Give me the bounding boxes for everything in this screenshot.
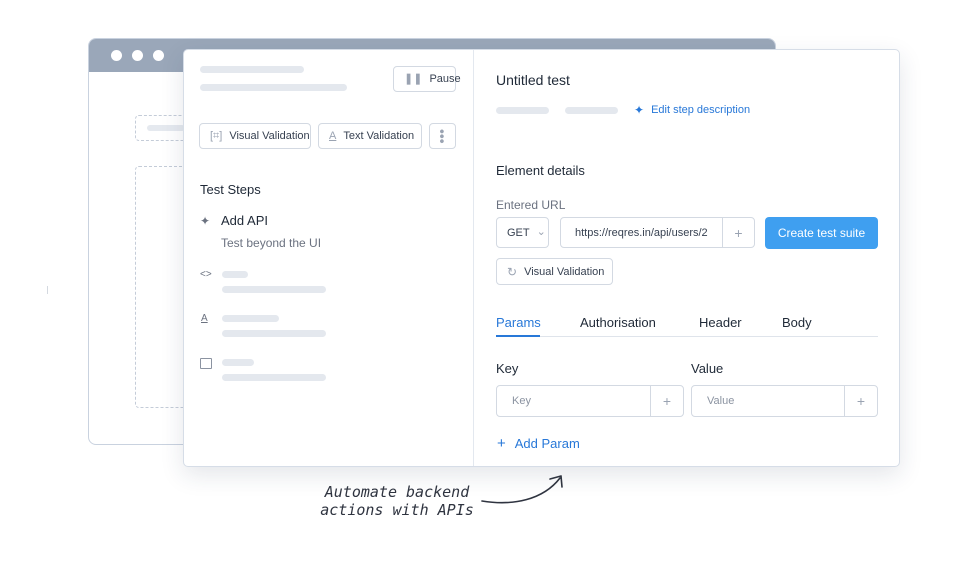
annotation-line: Automate backend [324,483,470,501]
pause-icon: ❚❚ [404,72,423,85]
pause-button[interactable]: ❚❚ Pause [393,66,461,92]
method-value: GET [507,226,530,239]
entered-url-label: Entered URL [496,198,566,212]
window-dot [111,50,122,61]
refresh-icon: ↻ [507,264,518,279]
step-title: Add API [221,213,268,228]
key-placeholder: Key [512,395,531,407]
divider [47,286,48,294]
create-test-suite-button[interactable]: Create test suite [765,217,878,249]
key-input[interactable]: Key + [496,385,684,417]
text-icon: A [201,313,208,324]
add-param-button[interactable]: + Add Param [497,435,580,452]
browser-icon [200,358,212,369]
window-dot [132,50,143,61]
active-tab-indicator [496,335,540,337]
placeholder-bar [200,84,347,91]
placeholder-bar [222,359,254,366]
edit-description-label: Edit step description [651,104,751,116]
visual-validation-button[interactable]: [⌗] Visual Validation [199,123,311,149]
tab-header[interactable]: Header [699,315,742,330]
more-options-button[interactable]: ••• [429,123,456,149]
annotation-text: Automate backend actions with APIs [312,483,482,519]
sparkle-icon: ✦ [200,214,211,228]
window-dot [153,50,164,61]
text-validation-label: Text Validation [343,130,415,142]
frame-icon: [⌗] [210,129,223,142]
pause-label: Pause [429,73,461,85]
test-steps-pane: ❚❚ Pause [⌗] Visual Validation A Text Va… [184,50,474,466]
placeholder-bar [222,315,279,322]
tabs-divider [496,336,878,337]
test-title: Untitled test [496,72,570,88]
value-placeholder: Value [707,395,735,407]
placeholder-bar [222,271,248,278]
visual-validation-button[interactable]: ↻ Visual Validation [496,258,613,285]
url-input[interactable]: https://reqres.in/api/users/2 + [560,217,755,248]
method-select[interactable]: GET ⌄ [496,217,549,248]
visual-validation-label: Visual Validation [524,265,605,278]
annotation-line: actions with APIs [320,501,474,519]
text-icon: A [329,129,337,142]
placeholder-bar [147,125,185,131]
tab-params[interactable]: Params [496,315,541,330]
key-label: Key [496,361,519,376]
sparkle-icon: ✦ [634,103,645,117]
placeholder-bar [222,330,326,337]
step-details-pane: Untitled test ✦ Edit step description El… [474,50,899,466]
chevron-down-icon: ⌄ [536,226,546,238]
add-icon[interactable]: + [650,386,683,416]
placeholder-bar [565,107,618,114]
plus-icon: + [497,435,506,452]
code-icon: <> [200,269,212,280]
value-label: Value [691,361,724,376]
placeholder-bar [222,286,326,293]
annotation-arrow [481,475,563,504]
placeholder-bar [222,374,326,381]
visual-validation-label: Visual Validation [229,130,310,142]
test-steps-title: Test Steps [200,182,261,197]
element-details-title: Element details [496,163,585,178]
add-icon[interactable]: + [722,218,754,247]
url-value: https://reqres.in/api/users/2 [575,226,708,239]
placeholder-box [135,166,187,408]
step-subtitle: Test beyond the UI [221,236,322,250]
placeholder-bar [200,66,304,73]
edit-step-description-link[interactable]: ✦ Edit step description [634,103,750,117]
add-param-label: Add Param [514,436,580,451]
placeholder-bar [496,107,549,114]
text-validation-button[interactable]: A Text Validation [318,123,422,149]
kebab-icon: ••• [434,128,451,144]
value-input[interactable]: Value + [691,385,878,417]
tab-body[interactable]: Body [782,315,812,330]
test-editor-card: ❚❚ Pause [⌗] Visual Validation A Text Va… [183,49,900,467]
tab-authorisation[interactable]: Authorisation [580,315,656,330]
add-icon[interactable]: + [844,386,877,416]
